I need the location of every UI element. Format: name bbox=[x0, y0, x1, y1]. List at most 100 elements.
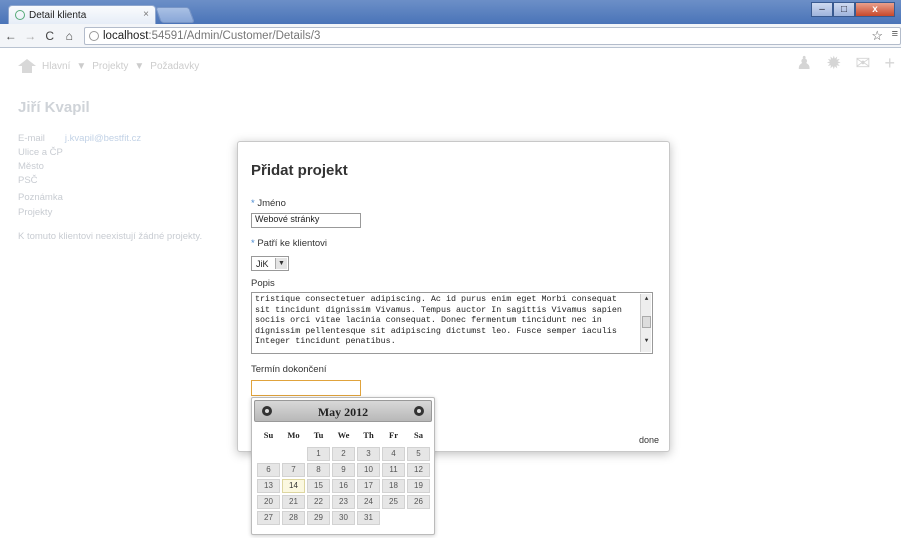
info-label: PSČ bbox=[18, 175, 38, 186]
nav-right-icons: ♟ ✹ ✉ + bbox=[796, 53, 895, 74]
weekday-label: Mo bbox=[287, 430, 300, 440]
app-nav: Hlavní ▼ Projekty ▼ Požadavky bbox=[18, 57, 199, 75]
day-cell[interactable]: 5 bbox=[407, 447, 430, 461]
datepicker-week: 6 7 8 9 10 11 12 bbox=[256, 462, 432, 478]
menu-icon[interactable]: ≡ bbox=[892, 28, 898, 40]
day-cell[interactable]: 11 bbox=[382, 463, 405, 477]
day-cell[interactable]: 10 bbox=[357, 463, 380, 477]
info-label: Poznámka bbox=[18, 192, 63, 203]
done-button[interactable]: done bbox=[639, 435, 659, 445]
browser-tab[interactable]: Detail klienta × bbox=[8, 5, 156, 24]
textarea-scrollbar[interactable]: ▲ ▼ bbox=[640, 294, 651, 352]
weekday-label: Tu bbox=[313, 430, 324, 440]
empty-day-cell bbox=[257, 447, 280, 461]
info-label: Město bbox=[18, 161, 44, 172]
tab-title: Detail klienta bbox=[29, 9, 87, 21]
minimize-button[interactable]: – bbox=[811, 2, 833, 17]
day-cell[interactable]: 6 bbox=[257, 463, 280, 477]
client-label-text: Patří ke klientovi bbox=[257, 238, 328, 249]
day-cell[interactable]: 14 bbox=[282, 479, 305, 493]
name-label-text: Jméno bbox=[257, 198, 286, 209]
nav-item-main[interactable]: Hlavní bbox=[42, 61, 70, 72]
home-button[interactable]: ⌂ bbox=[61, 29, 79, 43]
description-textarea[interactable]: tristique consectetuer adipiscing. Ac id… bbox=[251, 292, 653, 354]
weekday-label: Sa bbox=[414, 430, 423, 440]
description-text: tristique consectetuer adipiscing. Ac id… bbox=[255, 294, 622, 347]
client-select[interactable]: JiK ▼ bbox=[251, 256, 289, 271]
maximize-button[interactable]: □ bbox=[833, 2, 855, 17]
bookmark-star-icon[interactable]: ☆ bbox=[871, 28, 883, 44]
datepicker: May 2012 Su Mo Tu We Th Fr Sa 1 2 3 4 5 6 7 8 9 10 11 12 1… bbox=[251, 397, 435, 535]
day-cell[interactable]: 19 bbox=[407, 479, 430, 493]
day-cell[interactable]: 26 bbox=[407, 495, 430, 509]
due-date-input[interactable] bbox=[251, 380, 361, 396]
day-cell[interactable]: 1 bbox=[307, 447, 330, 461]
required-mark: * bbox=[251, 198, 255, 209]
required-mark: * bbox=[251, 238, 255, 249]
gear-icon[interactable]: ✹ bbox=[826, 53, 841, 74]
day-cell[interactable]: 2 bbox=[332, 447, 355, 461]
user-icon[interactable]: ♟ bbox=[796, 53, 812, 74]
browser-toolbar: ← → C ⌂ localhost:54591/Admin/Customer/D… bbox=[0, 24, 901, 48]
nav-dropdown-caret[interactable]: ▼ bbox=[134, 61, 144, 72]
weekday-label: We bbox=[337, 430, 350, 440]
address-bar[interactable]: localhost:54591/Admin/Customer/Details/3 bbox=[84, 26, 901, 45]
info-row-city: Město bbox=[18, 161, 44, 172]
scroll-down-icon[interactable]: ▼ bbox=[641, 336, 652, 346]
chevron-down-icon[interactable]: ▼ bbox=[275, 258, 287, 269]
home-icon[interactable] bbox=[18, 59, 36, 73]
info-row-street: Ulice a ČP bbox=[18, 147, 63, 158]
info-row-projects: Projekty bbox=[18, 207, 52, 218]
mail-icon[interactable]: ✉ bbox=[855, 53, 870, 74]
due-date-label: Termín dokončení bbox=[251, 364, 327, 375]
day-cell[interactable]: 20 bbox=[257, 495, 280, 509]
scroll-thumb[interactable] bbox=[642, 316, 651, 328]
datepicker-grid: 1 2 3 4 5 6 7 8 9 10 11 12 13 14 15 16 17 18 19 20 21 22 23 24 2… bbox=[256, 446, 432, 526]
next-month-icon[interactable] bbox=[414, 406, 424, 416]
weekday-label: Fr bbox=[389, 430, 398, 440]
day-cell[interactable]: 8 bbox=[307, 463, 330, 477]
day-cell[interactable]: 29 bbox=[307, 511, 330, 525]
day-cell[interactable]: 4 bbox=[382, 447, 405, 461]
new-tab-button[interactable] bbox=[155, 7, 195, 23]
url-path: :54591/Admin/Customer/Details/3 bbox=[148, 29, 321, 42]
day-cell[interactable]: 21 bbox=[282, 495, 305, 509]
browser-titlebar: Detail klienta × – □ x bbox=[0, 0, 901, 24]
scroll-up-icon[interactable]: ▲ bbox=[641, 294, 652, 304]
nav-item-requests[interactable]: Požadavky bbox=[150, 61, 199, 72]
nav-item-projects[interactable]: Projekty bbox=[92, 61, 128, 72]
day-cell[interactable]: 15 bbox=[307, 479, 330, 493]
day-cell[interactable]: 18 bbox=[382, 479, 405, 493]
name-input[interactable]: Webové stránky bbox=[251, 213, 361, 228]
info-row-email: E-mail j.kvapil@bestfit.cz bbox=[18, 133, 141, 144]
day-cell[interactable]: 28 bbox=[282, 511, 305, 525]
info-label: Ulice a ČP bbox=[18, 147, 63, 158]
day-cell[interactable]: 12 bbox=[407, 463, 430, 477]
day-cell[interactable]: 22 bbox=[307, 495, 330, 509]
info-row-zip: PSČ bbox=[18, 175, 38, 186]
day-cell[interactable]: 23 bbox=[332, 495, 355, 509]
forward-button[interactable]: → bbox=[22, 29, 40, 43]
datepicker-week: 13 14 15 16 17 18 19 bbox=[256, 478, 432, 494]
day-cell[interactable]: 31 bbox=[357, 511, 380, 525]
tab-close-icon[interactable]: × bbox=[143, 9, 149, 20]
day-cell[interactable]: 30 bbox=[332, 511, 355, 525]
reload-button[interactable]: C bbox=[41, 29, 59, 43]
day-cell[interactable]: 16 bbox=[332, 479, 355, 493]
email-link[interactable]: j.kvapil@bestfit.cz bbox=[65, 133, 141, 144]
day-cell[interactable]: 7 bbox=[282, 463, 305, 477]
day-cell[interactable]: 3 bbox=[357, 447, 380, 461]
day-cell[interactable]: 27 bbox=[257, 511, 280, 525]
globe-icon bbox=[15, 10, 25, 20]
day-cell[interactable]: 9 bbox=[332, 463, 355, 477]
close-window-button[interactable]: x bbox=[855, 2, 895, 17]
empty-day-cell bbox=[282, 447, 305, 461]
nav-dropdown-caret[interactable]: ▼ bbox=[76, 61, 86, 72]
day-cell[interactable]: 13 bbox=[257, 479, 280, 493]
day-cell[interactable]: 24 bbox=[357, 495, 380, 509]
back-button[interactable]: ← bbox=[2, 29, 20, 43]
day-cell[interactable]: 17 bbox=[357, 479, 380, 493]
plus-icon[interactable]: + bbox=[884, 53, 895, 74]
client-label: * Patří ke klientovi bbox=[251, 238, 327, 249]
day-cell[interactable]: 25 bbox=[382, 495, 405, 509]
